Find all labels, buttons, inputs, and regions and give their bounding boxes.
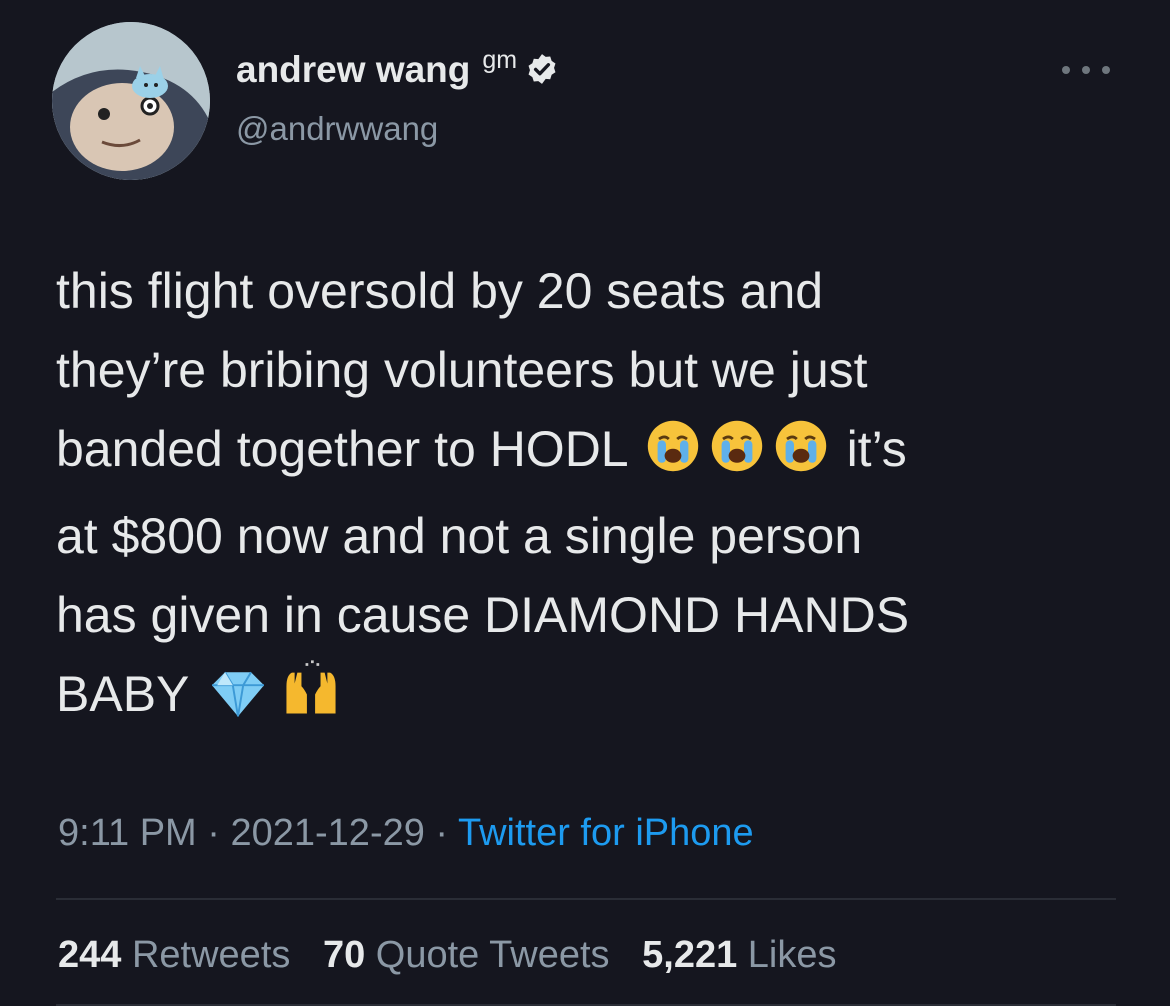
tweet-stats: 244 Retweets 70 Quote Tweets 5,221 Likes <box>58 934 837 977</box>
loudly-crying-face-icon <box>709 418 765 497</box>
loudly-crying-face-icon <box>773 418 829 497</box>
likes-stat[interactable]: 5,221 Likes <box>642 934 836 976</box>
tweet-time[interactable]: 9:11 PM <box>58 812 197 854</box>
meta-separator: · <box>424 812 458 854</box>
tweet-line: BABY <box>56 655 1136 742</box>
tweet-meta: 9:11 PM · 2021-12-29 · Twitter for iPhon… <box>58 812 754 855</box>
gem-stone-icon <box>206 663 270 742</box>
tweet-text: this flight oversold by 20 seats and the… <box>56 252 1136 742</box>
more-options-button[interactable] <box>1062 60 1110 80</box>
tweet-line-text: banded together to HODL <box>56 421 627 477</box>
more-dot-icon <box>1082 66 1090 74</box>
retweets-label: Retweets <box>131 934 291 976</box>
name-suffix: gm <box>482 46 518 74</box>
likes-label: Likes <box>747 934 837 976</box>
author-name-row[interactable]: andrew wang gm <box>236 46 559 91</box>
quotes-count: 70 <box>322 934 366 976</box>
likes-count: 5,221 <box>642 934 738 976</box>
tweet-line-text: BABY <box>56 666 189 722</box>
tweet-line: at $800 now and not a single person <box>56 508 863 564</box>
loudly-crying-face-icon <box>645 418 701 497</box>
more-dot-icon <box>1062 66 1070 74</box>
verified-badge-icon <box>525 52 559 95</box>
tweet-date[interactable]: 2021-12-29 <box>230 812 424 854</box>
tweet-line: this flight oversold by 20 seats and <box>56 263 824 319</box>
tweet-line: they’re bribing volunteers but we just <box>56 342 868 398</box>
tweet-line-text: it’s <box>846 421 907 477</box>
tweet-line: has given in cause DIAMOND HANDS <box>56 587 910 643</box>
display-name[interactable]: andrew wang <box>236 49 470 91</box>
quotes-label: Quote Tweets <box>375 934 610 976</box>
author-handle[interactable]: @andrwwang <box>236 110 438 148</box>
quote-tweets-stat[interactable]: 70 Quote Tweets <box>323 934 610 976</box>
retweets-count: 244 <box>58 934 122 976</box>
raising-hands-icon <box>278 659 344 742</box>
divider <box>56 898 1116 900</box>
avatar[interactable] <box>52 22 210 180</box>
meta-separator: · <box>196 812 231 854</box>
tweet-line: banded together to HODL it’s <box>56 410 1136 497</box>
tweet-source-link[interactable]: Twitter for iPhone <box>458 812 754 854</box>
more-dot-icon <box>1102 66 1110 74</box>
retweets-stat[interactable]: 244 Retweets <box>58 934 290 976</box>
